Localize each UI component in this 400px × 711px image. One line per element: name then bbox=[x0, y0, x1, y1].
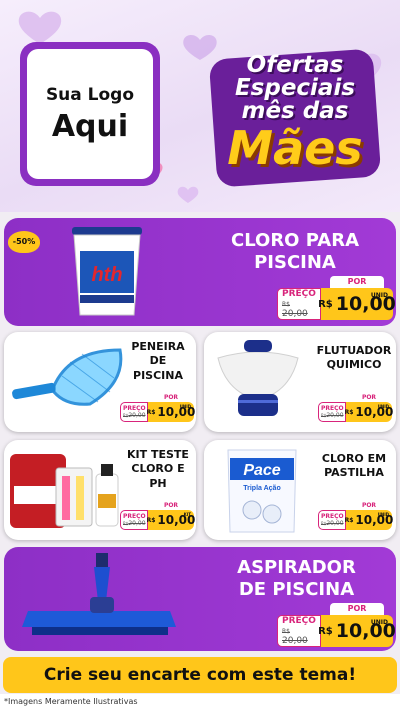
old-price-currency: R$ bbox=[282, 628, 290, 635]
product-name: PENEIRA DE PISCINA bbox=[131, 340, 185, 382]
bag-subtitle-text: Tripla Ação bbox=[243, 485, 280, 492]
product-name: FLUTUADOR QUIMICO bbox=[316, 344, 392, 372]
product-card-peneira[interactable]: PENEIRA DE PISCINA PREÇO R$20,00 POR R$ … bbox=[4, 332, 196, 432]
product-name: ASPIRADOR DE PISCINA bbox=[237, 557, 356, 600]
old-price: 20,00 bbox=[128, 412, 146, 419]
promo-title-line1: Ofertas bbox=[246, 52, 344, 78]
old-price: 20,00 bbox=[326, 520, 344, 527]
por-label: POR bbox=[352, 393, 386, 402]
pool-vacuum-icon bbox=[22, 553, 176, 635]
price-currency: R$ bbox=[146, 408, 156, 416]
product-card-kit-teste[interactable]: KIT TESTE CLORO E PH PREÇO R$20,00 POR R… bbox=[4, 440, 196, 540]
promo-title: Ofertas Especiais mês das Mães bbox=[205, 44, 385, 192]
product-name: CLORO EM PASTILHA bbox=[321, 452, 387, 480]
price-unit: UNID bbox=[377, 404, 389, 409]
old-price: 20,00 bbox=[326, 412, 344, 419]
price-tag: PREÇO R$ 20,00 POR R$ 10,00 UNID bbox=[277, 603, 396, 647]
logo-text-line2: Aqui bbox=[51, 108, 129, 144]
promo-title-line4: Mães bbox=[227, 121, 363, 175]
price-tag: PREÇO R$20,00 POR R$ 10,00 UNID bbox=[318, 501, 393, 530]
price-unit: UNID bbox=[370, 292, 388, 299]
product-card-cloro[interactable]: hth CLORO PARA PISCINA PREÇO R$ 20,00 PO… bbox=[4, 218, 396, 326]
price-label: PREÇO bbox=[123, 513, 146, 520]
price-tag: PREÇO R$ 20,00 POR R$ 10,00 UNID bbox=[277, 276, 396, 320]
bag-brand-text: Pace bbox=[243, 462, 280, 479]
por-label: POR bbox=[154, 393, 188, 402]
test-kit-icon bbox=[10, 454, 119, 528]
old-price-currency: R$ bbox=[282, 301, 290, 308]
product-card-aspirador[interactable]: ASPIRADOR DE PISCINA PREÇO R$ 20,00 POR … bbox=[4, 547, 396, 651]
price-currency: R$ bbox=[318, 625, 333, 637]
price-currency: R$ bbox=[146, 516, 156, 524]
price-label: PREÇO bbox=[282, 289, 316, 299]
promo-title-line2: Especiais bbox=[234, 75, 356, 101]
price-unit: KIT bbox=[183, 512, 191, 517]
bucket-icon: hth bbox=[72, 227, 142, 316]
price-label: PREÇO bbox=[282, 616, 316, 626]
price-label: PREÇO bbox=[123, 405, 146, 412]
price-unit: UNID bbox=[179, 404, 191, 409]
price-currency: R$ bbox=[344, 516, 354, 524]
por-label: POR bbox=[330, 276, 384, 288]
price-unit: UNID bbox=[370, 619, 388, 626]
price-currency: R$ bbox=[318, 298, 333, 310]
net-skimmer-icon bbox=[12, 348, 123, 406]
old-price: 20,00 bbox=[282, 309, 308, 319]
logo-placeholder: Sua Logo Aqui bbox=[20, 42, 160, 186]
product-name: KIT TESTE CLORO E PH bbox=[127, 448, 189, 490]
logo-text-line1: Sua Logo bbox=[45, 84, 135, 105]
disclaimer-text: *Imagens Meramente Ilustrativas bbox=[4, 697, 138, 706]
price-currency: R$ bbox=[344, 408, 354, 416]
pool-floater-icon bbox=[217, 340, 299, 416]
price-label: PREÇO bbox=[321, 513, 344, 520]
product-card-flutuador[interactable]: FLUTUADOR QUIMICO PREÇO R$20,00 POR R$ 1… bbox=[204, 332, 396, 432]
bucket-brand-text: hth bbox=[91, 264, 122, 286]
por-label: POR bbox=[330, 603, 384, 615]
price-tag: PREÇO R$20,00 POR R$ 10,00 UNID bbox=[120, 393, 195, 422]
product-name: CLORO PARA PISCINA bbox=[230, 230, 360, 273]
price-label: PREÇO bbox=[321, 405, 344, 412]
product-card-pastilha[interactable]: Pace Tripla Ação CLORO EM PASTILHA PREÇO… bbox=[204, 440, 396, 540]
por-label: POR bbox=[352, 501, 386, 510]
cta-button[interactable]: Crie seu encarte com este tema! bbox=[3, 657, 397, 693]
chlorine-bag-icon: Pace Tripla Ação bbox=[227, 449, 297, 533]
price-tag: PREÇO R$20,00 POR R$ 10,00 KIT bbox=[120, 501, 195, 530]
old-price: 20,00 bbox=[282, 636, 308, 646]
discount-badge: -50% bbox=[8, 231, 40, 253]
hero-banner: Sua Logo Aqui Ofertas Especiais mês das … bbox=[0, 0, 400, 212]
por-label: POR bbox=[154, 501, 188, 510]
price-unit: UNID bbox=[377, 512, 389, 517]
price-tag: PREÇO R$20,00 POR R$ 10,00 UNID bbox=[318, 393, 393, 422]
promo-title-line3: mês das bbox=[241, 98, 349, 124]
old-price: 20,00 bbox=[128, 520, 146, 527]
